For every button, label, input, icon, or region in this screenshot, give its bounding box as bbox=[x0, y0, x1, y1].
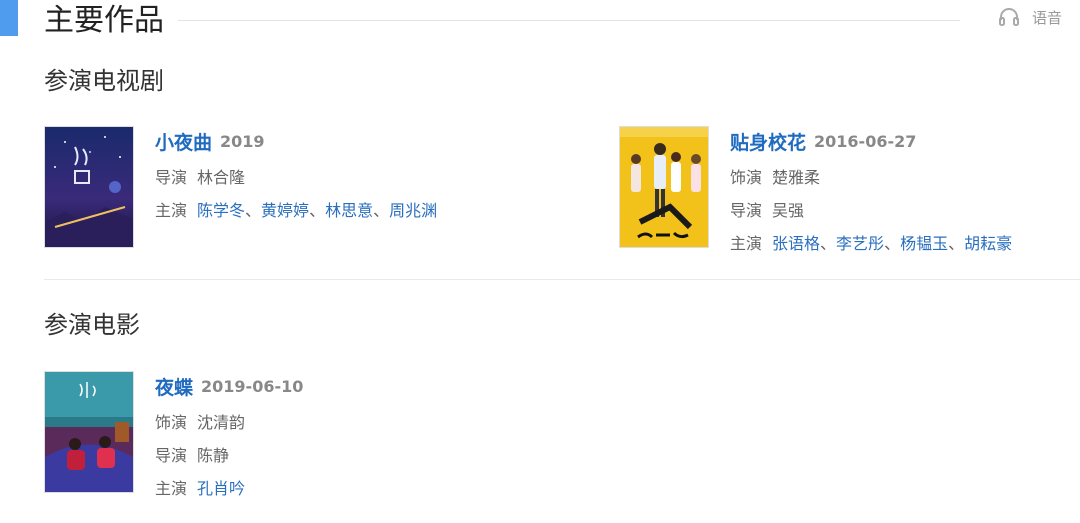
work-item-yedie: 夜蝶 2019-06-10 饰演 沈清韵 导演 陈静 主演 孔肖吟 bbox=[44, 371, 303, 500]
title-divider bbox=[178, 20, 960, 21]
page-title: 主要作品 bbox=[44, 3, 164, 38]
director-row: 导演 吴强 bbox=[730, 201, 805, 220]
poster-xiaoyequ[interactable] bbox=[44, 126, 134, 248]
work-info: 小夜曲 2019 导演 林合隆 主演 陈学冬、黄婷婷、林思意、周兆渊 bbox=[155, 126, 437, 248]
work-date: 2016-06-27 bbox=[814, 131, 917, 151]
voice-button[interactable]: 语音 bbox=[998, 4, 1062, 30]
film-section-title: 参演电影 bbox=[44, 311, 140, 339]
cast-link[interactable]: 胡耘豪 bbox=[964, 234, 1012, 253]
cast-link[interactable]: 陈学冬 bbox=[197, 201, 245, 220]
cast-link[interactable]: 李艺彤 bbox=[836, 234, 884, 253]
work-date: 2019 bbox=[220, 131, 265, 151]
tv-section-title: 参演电视剧 bbox=[44, 67, 164, 95]
work-title-link[interactable]: 小夜曲 bbox=[155, 128, 212, 155]
work-date: 2019-06-10 bbox=[201, 376, 304, 396]
cast-link[interactable]: 杨韫玉 bbox=[900, 234, 948, 253]
work-title-link[interactable]: 夜蝶 bbox=[155, 373, 193, 400]
cast-link[interactable]: 周兆渊 bbox=[389, 201, 437, 220]
cast-link[interactable]: 黄婷婷 bbox=[261, 201, 309, 220]
work-info: 贴身校花 2016-06-27 饰演 楚雅柔 导演 吴强 主演 张语格、李艺彤、杨韫玉… bbox=[730, 126, 1012, 255]
poster-tieshenxiaohua-image bbox=[620, 127, 708, 247]
cast-link[interactable]: 林思意 bbox=[325, 201, 373, 220]
director-row: 导演 林合隆 bbox=[155, 168, 246, 187]
headphones-icon bbox=[998, 8, 1019, 26]
poster-xiaoyequ-image bbox=[45, 127, 133, 247]
voice-label: 语音 bbox=[1031, 8, 1062, 27]
poster-yedie-image bbox=[45, 372, 133, 492]
role-row: 饰演 沈清韵 bbox=[155, 413, 246, 432]
director-row: 导演 陈静 bbox=[155, 446, 230, 465]
work-title-link[interactable]: 贴身校花 bbox=[730, 128, 806, 155]
work-item-tieshenxiaohua: 贴身校花 2016-06-27 饰演 楚雅柔 导演 吴强 主演 张语格、李艺彤、杨韫玉… bbox=[619, 126, 1012, 255]
role-row: 饰演 楚雅柔 bbox=[730, 168, 821, 187]
cast-link[interactable]: 孔肖吟 bbox=[197, 479, 245, 498]
poster-yedie[interactable] bbox=[44, 371, 134, 493]
cast-row: 主演 张语格、李艺彤、杨韫玉、胡耘豪 bbox=[730, 234, 1013, 253]
work-item-xiaoyequ: 小夜曲 2019 导演 林合隆 主演 陈学冬、黄婷婷、林思意、周兆渊 bbox=[44, 126, 437, 248]
work-info: 夜蝶 2019-06-10 饰演 沈清韵 导演 陈静 主演 孔肖吟 bbox=[155, 371, 303, 500]
section-accent-bar bbox=[0, 0, 18, 36]
section-divider bbox=[44, 279, 1080, 280]
cast-row: 主演 陈学冬、黄婷婷、林思意、周兆渊 bbox=[155, 201, 438, 220]
poster-tieshenxiaohua[interactable] bbox=[619, 126, 709, 248]
cast-row: 主演 孔肖吟 bbox=[155, 479, 246, 498]
cast-link[interactable]: 张语格 bbox=[772, 234, 820, 253]
